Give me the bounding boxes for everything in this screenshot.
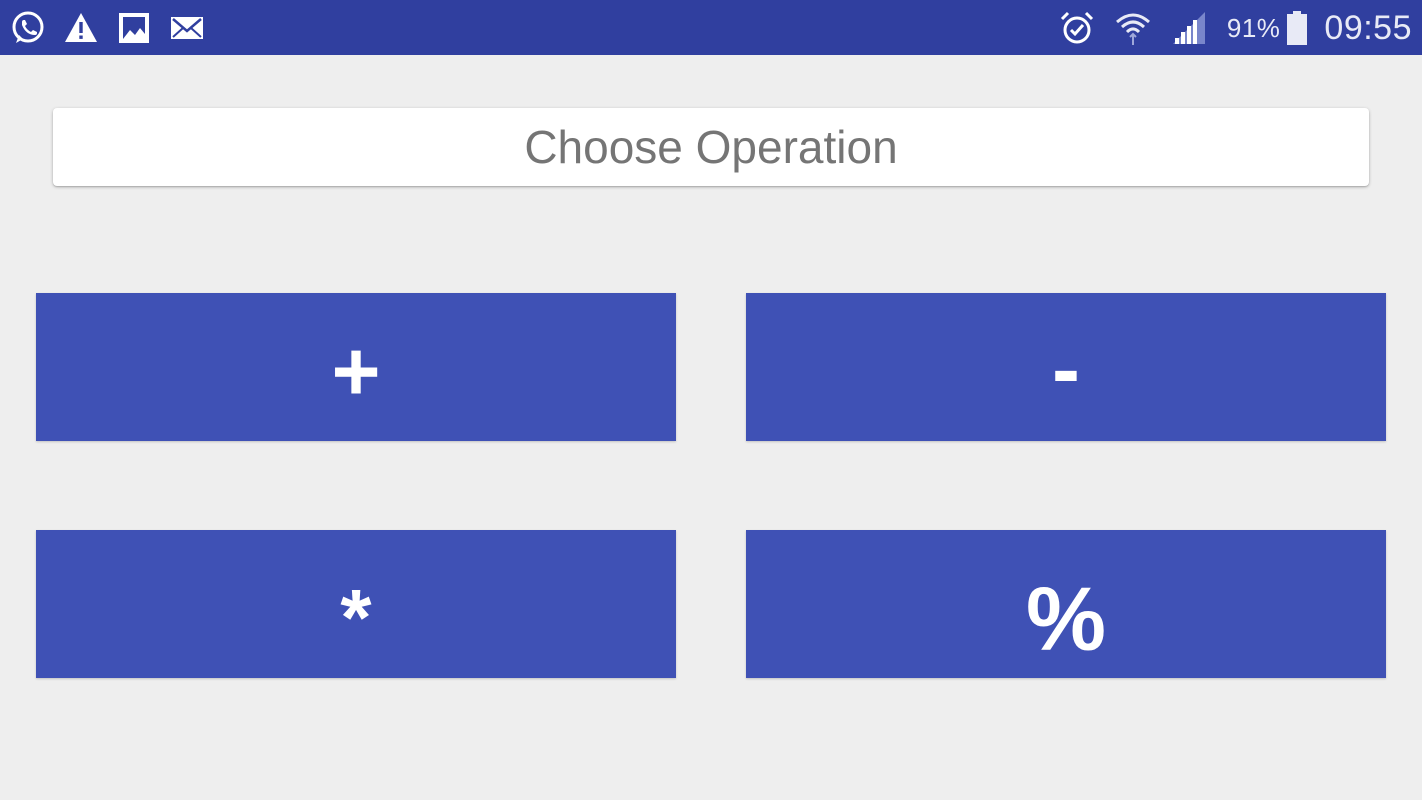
modulo-button-label: % [1025,570,1107,670]
battery-percentage: 91% [1226,12,1281,43]
add-button[interactable]: + [36,293,676,441]
warning-icon [63,10,99,46]
multiply-button-label: * [340,573,372,662]
whatsapp-icon [10,10,46,46]
status-bar: 91% 09:55 [0,0,1422,55]
clock: 09:55 [1324,8,1412,47]
gallery-icon [116,10,152,46]
battery-icon [1286,10,1308,46]
page-title: Choose Operation [524,121,898,173]
operation-title-card: Choose Operation [53,108,1369,186]
signal-icon [1171,10,1207,46]
subtract-button-label: - [1052,322,1080,416]
mail-icon [169,10,205,46]
subtract-button[interactable]: - [746,293,1386,441]
multiply-button[interactable]: * [36,530,676,678]
wifi-icon [1115,10,1151,46]
system-indicators: 91% 09:55 [1059,8,1412,48]
modulo-button[interactable]: % [746,530,1386,678]
notification-icons [10,10,222,46]
alarm-icon [1059,10,1095,46]
add-button-label: + [331,324,381,418]
